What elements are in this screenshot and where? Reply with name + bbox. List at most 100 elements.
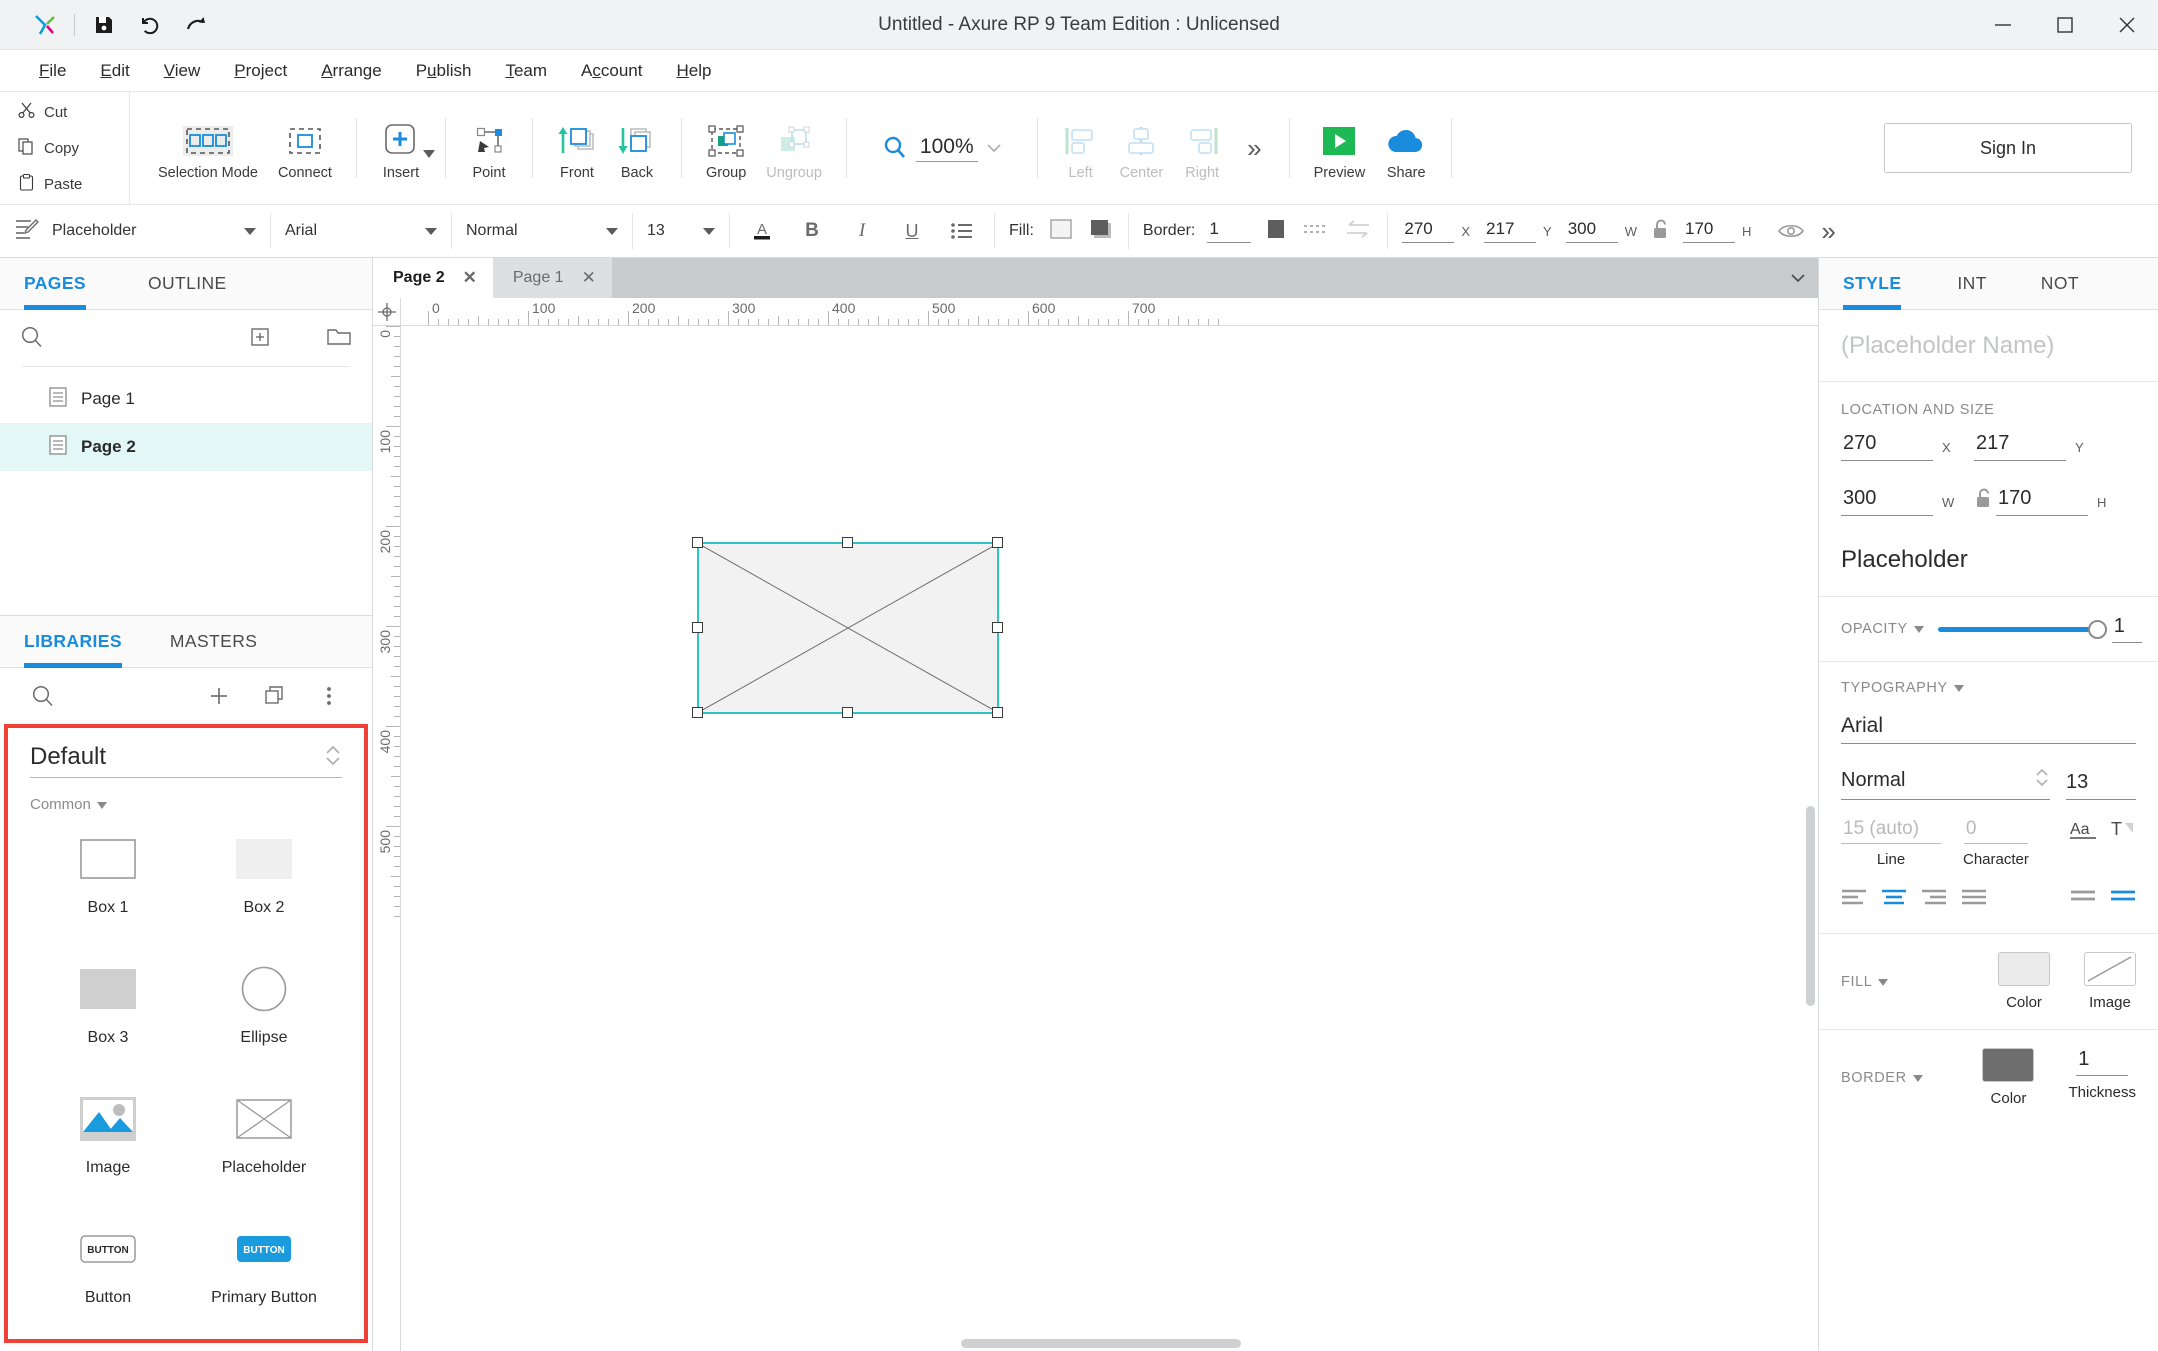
valign-top-icon[interactable] <box>2070 886 2096 909</box>
border-dash-icon[interactable] <box>1301 216 1331 247</box>
add-folder-icon[interactable] <box>326 326 352 351</box>
fill-image-button[interactable]: Image <box>2084 952 2136 1011</box>
opacity-slider-knob[interactable] <box>2087 619 2107 639</box>
h-input[interactable]: 170 <box>1996 487 2088 516</box>
library-widget-primary-button[interactable]: BUTTON Primary Button <box>186 1209 342 1339</box>
zoom-control[interactable]: 100% <box>861 135 1023 162</box>
group-button[interactable]: Group <box>696 100 756 196</box>
library-widget-box-3[interactable]: Box 3 <box>30 949 186 1079</box>
resize-handle[interactable] <box>842 537 853 548</box>
close-icon[interactable]: ✕ <box>582 268 596 288</box>
canvas-tab-page-2[interactable]: Page 2 ✕ <box>373 258 493 298</box>
tab-notes[interactable]: NOT <box>2041 258 2079 309</box>
copy-button[interactable]: Copy <box>18 131 129 165</box>
canvas-horizontal-scrollbar[interactable] <box>401 1335 1802 1351</box>
close-icon[interactable] <box>2096 0 2158 50</box>
vertical-ruler[interactable]: 0 100 200 300 400 500 <box>373 326 401 1351</box>
text-case-icon[interactable]: Aa <box>2068 818 2098 845</box>
resize-handle[interactable] <box>692 537 703 548</box>
tab-interactions[interactable]: INT <box>1957 258 1986 309</box>
resize-handle[interactable] <box>992 707 1003 718</box>
paste-button[interactable]: Paste <box>18 167 129 201</box>
menu-file[interactable]: File <box>22 50 83 92</box>
border-section-label[interactable]: BORDER <box>1841 1070 1923 1086</box>
border-thickness-field[interactable]: 1 Thickness <box>2068 1048 2136 1107</box>
widget-name-input[interactable]: (Placeholder Name) <box>1819 310 2158 382</box>
opacity-slider[interactable] <box>1937 619 2107 639</box>
save-icon[interactable] <box>81 2 127 48</box>
preview-button[interactable]: Preview <box>1304 100 1376 196</box>
minimize-icon[interactable] <box>1972 0 2034 50</box>
italic-button[interactable]: I <box>844 213 880 249</box>
canvas-tabs-scroll-icon[interactable] <box>1778 258 1818 298</box>
opacity-value[interactable]: 1 <box>2111 615 2142 643</box>
resize-handle[interactable] <box>692 707 703 718</box>
toolbar-overflow-button[interactable]: » <box>1231 133 1274 164</box>
selection-mode-button[interactable]: Selection Mode <box>148 100 268 196</box>
caret-down-icon[interactable] <box>425 227 437 235</box>
x-input[interactable]: 270 <box>1402 219 1455 243</box>
font-size-dropdown[interactable]: 13 <box>633 205 729 258</box>
border-color-icon[interactable] <box>1263 216 1289 247</box>
page-item-page-1[interactable]: Page 1 <box>0 375 372 423</box>
caret-down-icon[interactable] <box>606 227 618 235</box>
tab-style[interactable]: STYLE <box>1843 258 1902 310</box>
font-size-input[interactable]: 13 <box>2066 771 2136 800</box>
valign-middle-icon[interactable] <box>2110 886 2136 909</box>
resize-handle[interactable] <box>692 622 703 633</box>
menu-edit[interactable]: Edit <box>83 50 146 92</box>
cut-button[interactable]: Cut <box>18 95 129 129</box>
w-input[interactable]: 300 <box>1565 219 1618 243</box>
menu-account[interactable]: Account <box>564 50 659 92</box>
tab-outline[interactable]: OUTLINE <box>148 258 235 309</box>
fill-color-button[interactable]: Color <box>1998 952 2050 1011</box>
insert-button[interactable]: Insert <box>371 100 435 196</box>
duplicate-icon[interactable] <box>254 675 296 717</box>
underline-button[interactable]: U <box>894 213 930 249</box>
character-spacing-field[interactable]: 0 Character <box>1963 818 2029 868</box>
undo-icon[interactable] <box>127 2 173 48</box>
font-color-icon[interactable]: A <box>744 213 780 249</box>
eye-icon[interactable] <box>1773 213 1809 249</box>
redo-icon[interactable] <box>173 2 219 48</box>
library-widget-box-2[interactable]: Box 2 <box>186 819 342 949</box>
stepper-updown-icon[interactable] <box>2034 766 2050 794</box>
font-style-input[interactable]: Normal <box>1841 766 2050 800</box>
w-input[interactable]: 300 <box>1841 487 1933 516</box>
zoom-value[interactable]: 100% <box>915 135 978 162</box>
caret-down-icon[interactable] <box>703 227 715 235</box>
resize-handle[interactable] <box>992 622 1003 633</box>
widget-style-dropdown[interactable]: Placeholder <box>0 205 270 258</box>
align-left-icon[interactable] <box>1841 886 1867 909</box>
sign-in-button[interactable]: Sign In <box>1884 123 2132 173</box>
h-input[interactable]: 170 <box>1682 219 1735 243</box>
library-widget-ellipse[interactable]: Ellipse <box>186 949 342 1079</box>
library-widget-image[interactable]: Image <box>30 1079 186 1209</box>
align-justify-icon[interactable] <box>1961 886 1987 909</box>
unlock-icon[interactable] <box>1974 487 1994 512</box>
menu-view[interactable]: View <box>147 50 218 92</box>
origin-target-icon[interactable] <box>373 298 401 325</box>
align-right-icon[interactable] <box>1921 886 1947 909</box>
back-button[interactable]: Back <box>607 100 667 196</box>
fill-swatch-icon[interactable] <box>1048 216 1074 247</box>
more-vertical-icon[interactable] <box>308 675 350 717</box>
search-icon[interactable] <box>20 325 44 352</box>
chevron-down-icon[interactable] <box>422 146 435 162</box>
stepper-updown-icon[interactable] <box>324 742 342 771</box>
library-selector[interactable]: Default <box>30 742 342 778</box>
canvas-tab-page-1[interactable]: Page 1 ✕ <box>492 258 612 298</box>
menu-help[interactable]: Help <box>659 50 728 92</box>
align-center-icon[interactable] <box>1881 886 1907 909</box>
canvas-vertical-scrollbar[interactable] <box>1802 326 1818 1335</box>
y-input[interactable]: 217 <box>1484 219 1537 243</box>
resize-handle[interactable] <box>992 537 1003 548</box>
bullet-list-icon[interactable] <box>944 213 980 249</box>
menu-project[interactable]: Project <box>217 50 304 92</box>
share-button[interactable]: Share <box>1375 100 1437 196</box>
caret-down-icon[interactable] <box>244 227 256 235</box>
bold-button[interactable]: B <box>794 213 830 249</box>
library-widget-button[interactable]: BUTTON Button <box>30 1209 186 1339</box>
font-style-dropdown[interactable]: Normal <box>452 205 632 258</box>
line-spacing-field[interactable]: 15 (auto) Line <box>1841 818 1941 868</box>
